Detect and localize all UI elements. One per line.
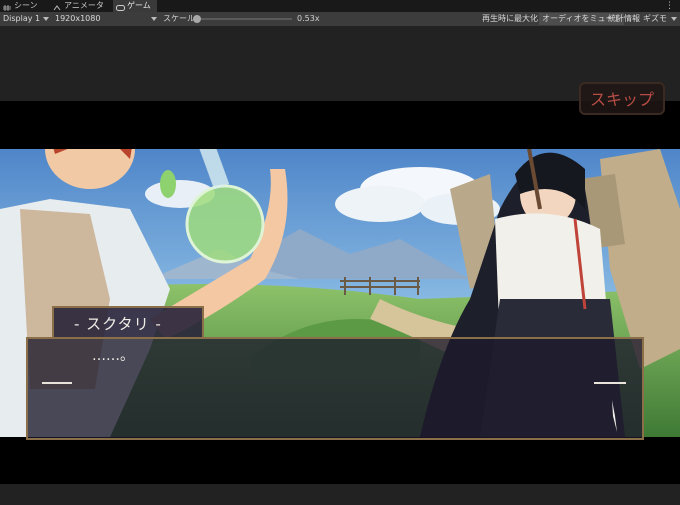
editor-tab-bar: シーン アニメーター ゲーム ⋮: [0, 0, 680, 22]
chevron-down-icon: [671, 17, 677, 21]
resolution-dropdown-value: 1920x1080: [55, 14, 101, 23]
scale-label: スケール: [163, 14, 195, 23]
chevron-down-icon: [43, 17, 49, 21]
tab-game-label: ゲーム: [127, 1, 151, 10]
scale-slider-track[interactable]: [196, 18, 292, 20]
game-toolbar: Display 1 1920x1080 スケール 0.53x 再生時に最大化 オ…: [0, 12, 680, 27]
resolution-dropdown[interactable]: 1920x1080: [55, 12, 159, 26]
text-advance-indicator-icon: [612, 400, 617, 432]
skip-button[interactable]: スキップ: [579, 82, 665, 115]
grid-icon: [3, 3, 11, 11]
scale-slider-handle[interactable]: [193, 15, 201, 23]
display-dropdown[interactable]: Display 1: [3, 12, 51, 26]
tab-scene-label: シーン: [14, 1, 38, 10]
scale-value: 0.53x: [297, 14, 320, 23]
animator-icon: [53, 3, 61, 11]
tab-animator[interactable]: アニメーター: [50, 0, 113, 22]
chevron-down-icon: [151, 17, 157, 21]
gizmos-label: ギズモ: [643, 14, 667, 23]
stats-toggle[interactable]: 統計情報: [605, 13, 643, 25]
dialog-right-ornament: [594, 382, 626, 384]
dialog-text: ……。: [92, 348, 134, 364]
tab-game[interactable]: ゲーム: [113, 0, 157, 12]
maximize-on-play-toggle[interactable]: 再生時に最大化: [479, 13, 541, 25]
dialog-left-ornament: [42, 382, 72, 384]
tab-scene[interactable]: シーン: [0, 0, 50, 12]
gizmos-dropdown[interactable]: ギズモ: [643, 12, 679, 26]
more-options-icon[interactable]: ⋮: [665, 0, 674, 12]
speaker-name: - スクタリ -: [74, 315, 162, 333]
display-dropdown-value: Display 1: [3, 14, 41, 23]
gamepad-icon: [116, 3, 125, 11]
